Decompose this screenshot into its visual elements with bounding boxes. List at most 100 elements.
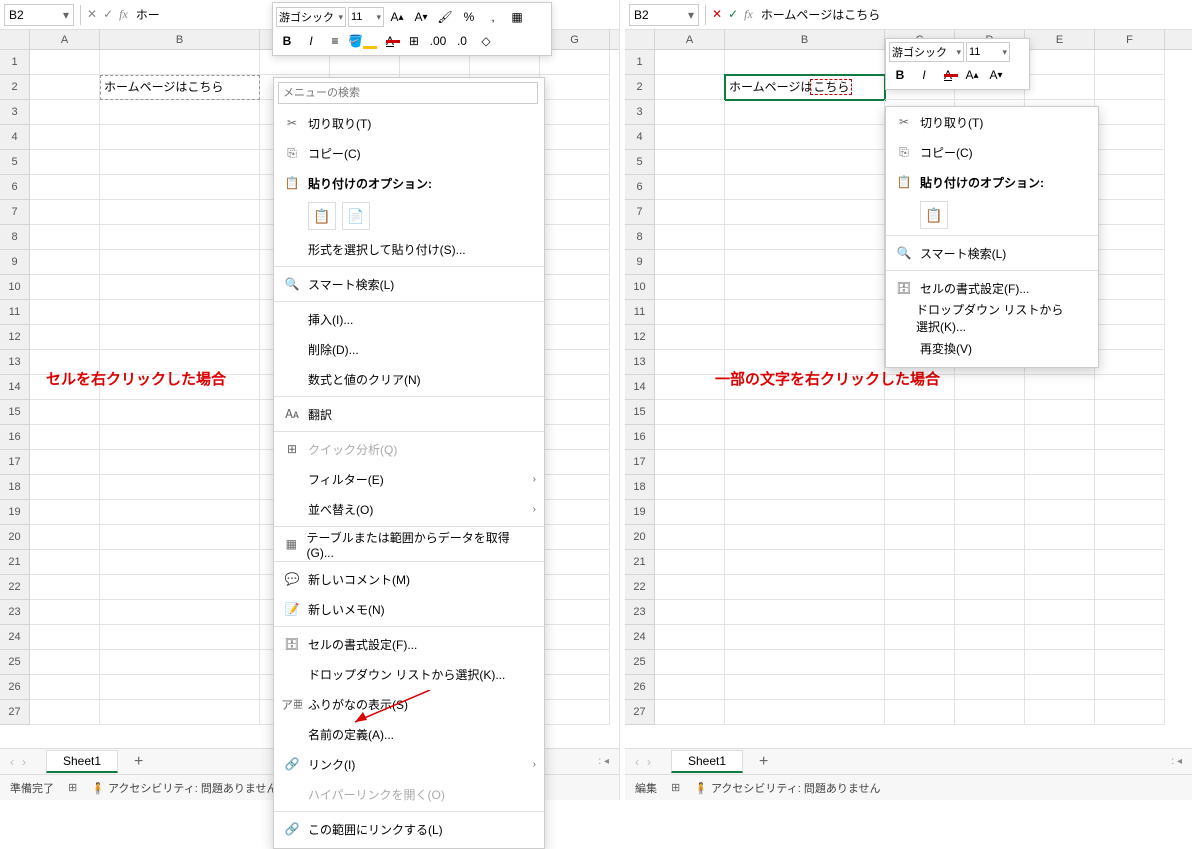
increase-font-icon[interactable]: A▴ xyxy=(961,64,983,86)
col-header[interactable]: A xyxy=(30,30,100,49)
name-box[interactable]: B2 ▾ xyxy=(4,4,74,26)
font-color-icon[interactable]: A xyxy=(937,64,959,86)
next-sheet-icon[interactable]: › xyxy=(647,755,651,769)
cancel-icon[interactable]: ✕ xyxy=(87,7,97,22)
row-header[interactable]: 20 xyxy=(0,525,30,550)
row-header[interactable]: 9 xyxy=(0,250,30,275)
ctx-link-range[interactable]: 🔗この範囲にリンクする(L) xyxy=(274,814,544,844)
row-header[interactable]: 12 xyxy=(625,325,655,350)
ctx-get-table-data[interactable]: ▦テーブルまたは範囲からデータを取得(G)... xyxy=(274,529,544,559)
row-header[interactable]: 17 xyxy=(0,450,30,475)
row-header[interactable]: 5 xyxy=(0,150,30,175)
row-header[interactable]: 8 xyxy=(0,225,30,250)
confirm-icon[interactable]: ✓ xyxy=(728,7,738,22)
border-icon[interactable]: ⊞ xyxy=(403,30,425,52)
ctx-format-cells[interactable]: 🗄セルの書式設定(F)... xyxy=(274,629,544,659)
select-all-corner[interactable] xyxy=(625,30,655,49)
row-header[interactable]: 3 xyxy=(0,100,30,125)
fx-icon[interactable]: fx xyxy=(119,7,128,22)
ctx-cut[interactable]: ✂切り取り(T) xyxy=(886,107,1098,137)
ctx-furigana[interactable]: ア亜ふりがなの表示(S) xyxy=(274,689,544,719)
clear-format-icon[interactable]: ◇ xyxy=(475,30,497,52)
add-sheet-icon[interactable]: + xyxy=(743,753,784,771)
ctx-copy[interactable]: ⎘コピー(C) xyxy=(886,137,1098,167)
row-header[interactable]: 4 xyxy=(0,125,30,150)
cancel-icon[interactable]: ✕ xyxy=(712,7,722,22)
row-header[interactable]: 1 xyxy=(0,50,30,75)
font-size-select[interactable]: 11▾ xyxy=(348,7,384,27)
row-header[interactable]: 24 xyxy=(0,625,30,650)
row-header[interactable]: 11 xyxy=(625,300,655,325)
row-header[interactable]: 10 xyxy=(625,275,655,300)
ctx-sort[interactable]: 並べ替え(O)› xyxy=(274,494,544,524)
accessibility-status[interactable]: 🧍 アクセシビリティ: 問題ありません xyxy=(91,780,277,796)
sheet-tab[interactable]: Sheet1 xyxy=(671,750,743,773)
ctx-delete[interactable]: 削除(D)... xyxy=(274,334,544,364)
ctx-copy[interactable]: ⎘コピー(C) xyxy=(274,138,544,168)
formula-text[interactable]: ホー xyxy=(128,6,160,23)
row-header[interactable]: 12 xyxy=(0,325,30,350)
row-header[interactable]: 23 xyxy=(625,600,655,625)
row-header[interactable]: 7 xyxy=(625,200,655,225)
confirm-icon[interactable]: ✓ xyxy=(103,7,113,22)
row-header[interactable]: 26 xyxy=(625,675,655,700)
row-header[interactable]: 3 xyxy=(625,100,655,125)
ctx-smart-lookup[interactable]: 🔍スマート検索(L) xyxy=(886,238,1098,268)
row-header[interactable]: 13 xyxy=(0,350,30,375)
ctx-cut[interactable]: ✂切り取り(T) xyxy=(274,108,544,138)
prev-sheet-icon[interactable]: ‹ xyxy=(10,755,14,769)
ctx-smart-lookup[interactable]: 🔍スマート検索(L) xyxy=(274,269,544,299)
row-header[interactable]: 2 xyxy=(625,75,655,100)
row-header[interactable]: 16 xyxy=(0,425,30,450)
row-header[interactable]: 17 xyxy=(625,450,655,475)
ctx-clear[interactable]: 数式と値のクリア(N) xyxy=(274,364,544,394)
italic-icon[interactable]: I xyxy=(300,30,322,52)
ctx-translate[interactable]: 🗛翻訳 xyxy=(274,399,544,429)
row-header[interactable]: 1 xyxy=(625,50,655,75)
decrease-font-icon[interactable]: A▾ xyxy=(410,6,432,28)
percent-icon[interactable]: % xyxy=(458,6,480,28)
fill-color-icon[interactable]: 🪣 xyxy=(348,30,377,52)
italic-icon[interactable]: I xyxy=(913,64,935,86)
row-header[interactable]: 18 xyxy=(0,475,30,500)
ctx-filter[interactable]: フィルター(E)› xyxy=(274,464,544,494)
paste-all-icon[interactable]: 📋 xyxy=(308,202,336,230)
row-header[interactable]: 4 xyxy=(625,125,655,150)
ctx-dropdown-list[interactable]: ドロップダウン リストから選択(K)... xyxy=(274,659,544,689)
font-color-icon[interactable]: A xyxy=(379,30,401,52)
ctx-reconvert[interactable]: 再変換(V) xyxy=(886,333,1098,363)
decrease-decimal-icon[interactable]: .0 xyxy=(451,30,473,52)
fx-icon[interactable]: fx xyxy=(744,7,753,22)
row-header[interactable]: 20 xyxy=(625,525,655,550)
name-box[interactable]: B2 ▾ xyxy=(629,4,699,26)
row-header[interactable]: 9 xyxy=(625,250,655,275)
select-all-corner[interactable] xyxy=(0,30,30,49)
row-header[interactable]: 6 xyxy=(625,175,655,200)
accessibility-status[interactable]: 🧍 アクセシビリティ: 問題ありません xyxy=(694,780,880,796)
row-header[interactable]: 23 xyxy=(0,600,30,625)
row-header[interactable]: 14 xyxy=(625,375,655,400)
decrease-font-icon[interactable]: A▾ xyxy=(985,64,1007,86)
col-header[interactable]: A xyxy=(655,30,725,49)
font-select[interactable]: 游ゴシック▾ xyxy=(889,42,964,62)
row-header[interactable]: 5 xyxy=(625,150,655,175)
font-size-select[interactable]: 11▾ xyxy=(966,42,1010,62)
row-header[interactable]: 15 xyxy=(0,400,30,425)
increase-decimal-icon[interactable]: .00 xyxy=(427,30,449,52)
ctx-link[interactable]: 🔗リンク(I)› xyxy=(274,749,544,779)
next-sheet-icon[interactable]: › xyxy=(22,755,26,769)
macro-icon[interactable]: ⊞ xyxy=(671,781,680,794)
row-header[interactable]: 22 xyxy=(625,575,655,600)
font-select[interactable]: 游ゴシック▾ xyxy=(276,7,346,27)
row-header[interactable]: 18 xyxy=(625,475,655,500)
paste-icon[interactable]: 📋 xyxy=(920,201,948,229)
row-header[interactable]: 16 xyxy=(625,425,655,450)
ctx-new-memo[interactable]: 📝新しいメモ(N) xyxy=(274,594,544,624)
ctx-format-cells[interactable]: 🗄セルの書式設定(F)... xyxy=(886,273,1098,303)
increase-font-icon[interactable]: A▴ xyxy=(386,6,408,28)
menu-search[interactable] xyxy=(278,82,540,104)
cell-b2-editing[interactable]: ホームページはこちら xyxy=(725,75,885,100)
bold-icon[interactable]: B xyxy=(276,30,298,52)
row-header[interactable]: 26 xyxy=(0,675,30,700)
sheet-tab[interactable]: Sheet1 xyxy=(46,750,118,773)
